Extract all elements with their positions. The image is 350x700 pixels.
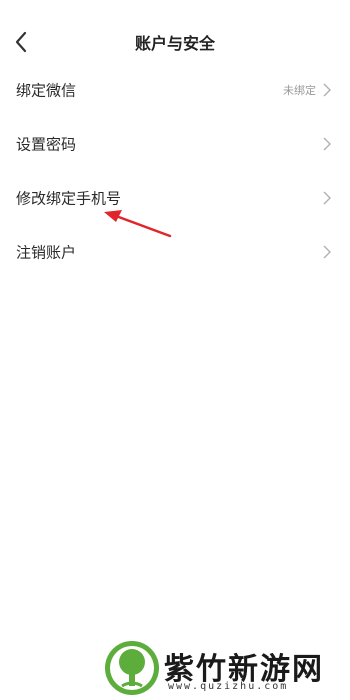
- row-delete-account[interactable]: 注销账户: [0, 225, 350, 279]
- row-change-phone[interactable]: 修改绑定手机号: [0, 171, 350, 225]
- bind-status: 未绑定: [283, 84, 316, 97]
- chevron-right-icon: [323, 191, 331, 205]
- chevron-right-icon: [323, 83, 331, 97]
- tree-logo-icon: [105, 641, 159, 695]
- watermark: 紫竹新游网 www.quzizhu.com: [104, 640, 350, 700]
- row-label: 绑定微信: [16, 81, 77, 100]
- chevron-right-icon: [323, 137, 331, 151]
- watermark-url: www.quzizhu.com: [168, 681, 289, 692]
- row-set-password[interactable]: 设置密码: [0, 117, 350, 171]
- red-arrow-icon: [104, 210, 172, 238]
- row-bind-wechat[interactable]: 绑定微信 未绑定: [0, 63, 350, 117]
- chevron-right-icon: [323, 245, 331, 259]
- row-label: 注销账户: [16, 243, 77, 262]
- page-title: 账户与安全: [134, 34, 215, 53]
- row-label: 设置密码: [16, 135, 77, 154]
